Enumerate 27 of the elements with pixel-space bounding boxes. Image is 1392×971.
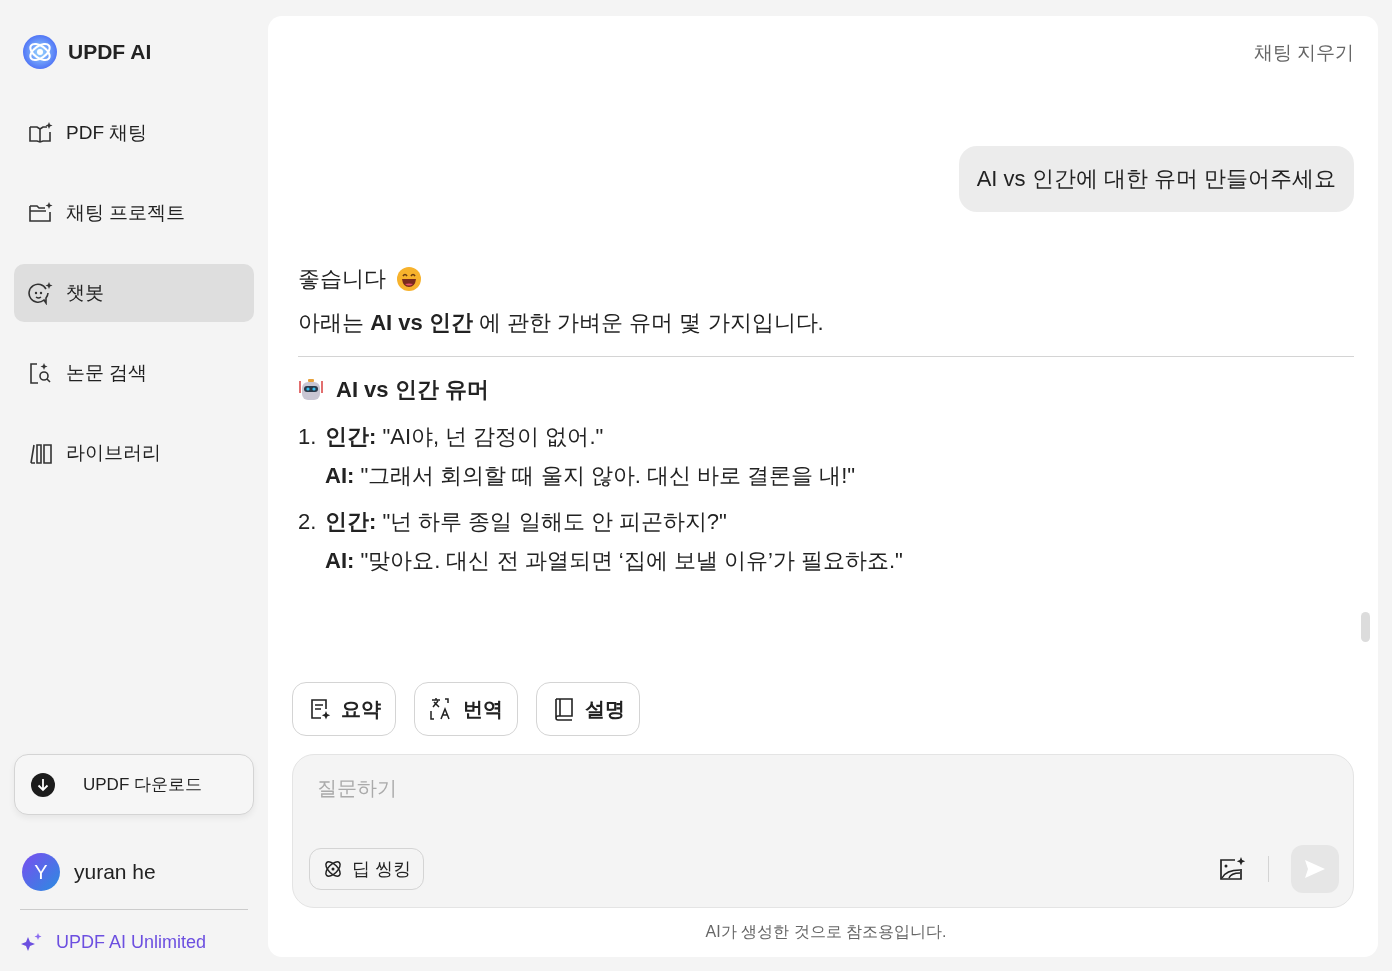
app-title: UPDF AI	[68, 40, 152, 64]
user-name: yuran he	[74, 860, 156, 884]
sidebar-item[interactable]: 챗봇	[14, 264, 254, 322]
quick-action-button[interactable]: 설명	[536, 682, 640, 736]
joke-line: AI: "맞아요. 대신 전 과열되면 ‘집에 보낼 이유’가 필요하죠."	[325, 546, 903, 575]
joke-line: AI: "그래서 회의할 때 울지 않아. 대신 바로 결론을 내!"	[325, 461, 856, 490]
download-button[interactable]: UPDF 다운로드	[14, 754, 254, 815]
list-number: 1.	[298, 423, 315, 451]
list-number: 2.	[298, 508, 315, 537]
reply-text: 좋습니다	[298, 265, 386, 293]
quick-action-button[interactable]: 번역	[414, 682, 518, 736]
user-avatar[interactable]: Y	[22, 853, 60, 891]
reply-text: 아래는 AI vs 인간 에 관한 가벼운 유머 몇 가지입니다.	[298, 309, 825, 337]
message-input[interactable]: 질문하기 딥 씽킹	[292, 754, 1354, 908]
sidebar-item[interactable]: 논문 검색	[14, 344, 254, 402]
clear-chat-button[interactable]: 채팅 지우기	[1253, 40, 1354, 66]
joke-line: 인간: "넌 하루 종일 일해도 안 피곤하지?"	[325, 508, 727, 537]
user-message: AI vs 인간에 대한 유머 만들어주세요	[958, 146, 1354, 212]
deep-thinking-button[interactable]: 딥 씽킹	[309, 848, 424, 890]
sidebar-item[interactable]: PDF 채팅	[14, 104, 254, 162]
quick-action-button[interactable]: 요약	[292, 682, 396, 736]
upgrade-link[interactable]: UPDF AI Unlimited	[56, 932, 207, 953]
joke-line: 인간: "AI야, 넌 감정이 없어."	[325, 423, 604, 451]
disclaimer: AI가 생성한 것으로 참조용입니다.	[704, 922, 948, 942]
sidebar-item[interactable]: 라이브러리	[14, 424, 254, 482]
reply-heading: AI vs 인간 유머	[336, 376, 489, 404]
sidebar-item[interactable]: 채팅 프로젝트	[14, 184, 254, 242]
